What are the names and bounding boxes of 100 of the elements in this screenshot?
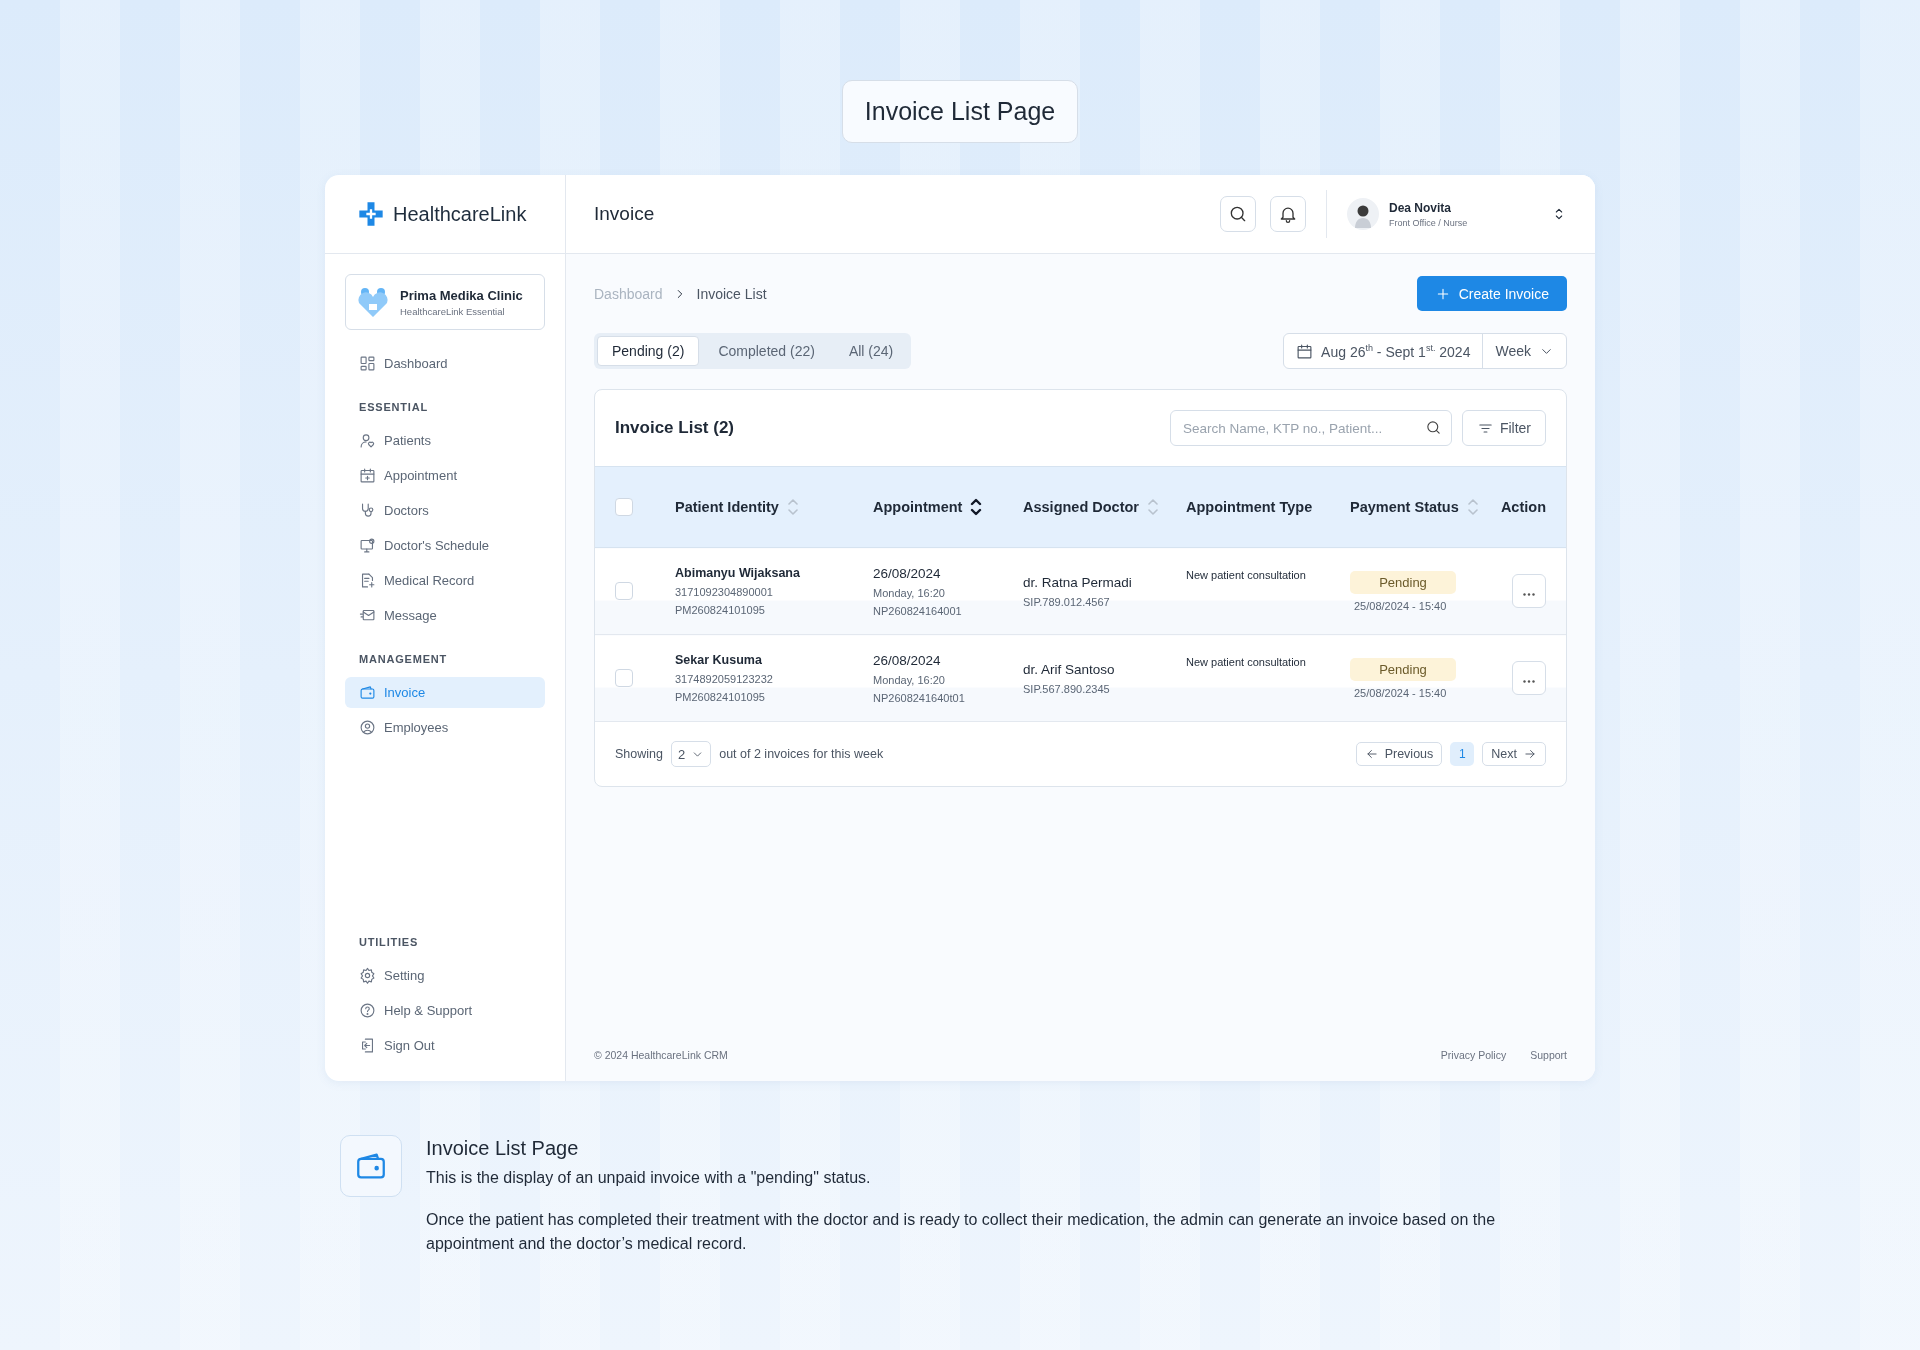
appointment-id: NP260824164001: [873, 604, 963, 617]
patient-name: Abimanyu Wijaksana: [675, 566, 801, 580]
heart-house-icon: [356, 285, 390, 319]
tab[interactable]: Completed (22): [703, 336, 830, 366]
checkbox[interactable]: [615, 582, 633, 601]
header-title: Invoice: [594, 203, 656, 225]
tab[interactable]: Pending (2): [597, 336, 700, 366]
more-icon: [1523, 679, 1535, 683]
section-heading: UTILITIES: [358, 935, 420, 950]
description-title: Invoice List Page: [426, 1137, 580, 1160]
sidebar-item[interactable]: Invoice: [345, 677, 545, 708]
status-badge: Pending: [1350, 657, 1456, 681]
search-icon: [1228, 204, 1248, 224]
tab[interactable]: All (24): [833, 336, 909, 366]
clinic-name: Prima Medika Clinic: [400, 287, 523, 303]
sidebar-item[interactable]: Doctor's Schedule: [345, 530, 545, 561]
more-button[interactable]: [1512, 574, 1546, 608]
status-date: 25/08/2024 - 15:40: [1353, 599, 1448, 612]
appointment-id: NP2608241640t01: [873, 691, 966, 704]
page-title: Invoice List Page: [841, 80, 1079, 143]
avatar: [1347, 198, 1379, 230]
brand-name: HealthcareLink: [393, 202, 527, 226]
footer-link[interactable]: Privacy Policy: [1440, 1049, 1507, 1061]
copyright: © 2024 HealthcareLink CRM: [594, 1049, 728, 1061]
clinic-card[interactable]: Prima Medika Clinic HealthcareLink Essential: [345, 274, 545, 330]
next-button[interactable]: Next: [1482, 742, 1546, 766]
doctor-name: dr. Ratna Permadi: [1023, 574, 1133, 590]
patient-id: PM260824101095: [675, 691, 766, 703]
sort-icon[interactable]: [970, 498, 983, 516]
more-button[interactable]: [1512, 661, 1546, 695]
patient-nik: 3174892059123232: [675, 673, 774, 685]
notification-button[interactable]: [1270, 196, 1306, 232]
sidebar-item[interactable]: Message: [345, 600, 545, 631]
previous-button[interactable]: Previous: [1355, 742, 1443, 766]
filter-button[interactable]: Filter: [1461, 410, 1546, 446]
sidebar-item[interactable]: Medical Record: [345, 565, 545, 596]
column-header: Action: [1500, 499, 1546, 515]
sign-out-icon: [359, 1037, 376, 1054]
appointment-type: New patient consultation: [1186, 656, 1307, 668]
section-heading: ESSENTIAL: [358, 400, 429, 415]
appointment-time: Monday, 16:20: [873, 673, 946, 686]
column-header: Patient Identity: [675, 499, 779, 515]
sidebar-item[interactable]: Dashboard: [345, 348, 545, 379]
dashboard-icon: [359, 355, 376, 372]
search-field[interactable]: Search Name, KTP no., Patient...: [1169, 410, 1452, 446]
appointment-time: Monday, 16:20: [873, 586, 946, 599]
section-heading: MANAGEMENT: [358, 652, 449, 667]
column-header: Appointment: [873, 499, 963, 515]
column-header: Payment Status: [1350, 499, 1459, 515]
stethoscope-icon: [359, 502, 376, 519]
doctor-sip: SIP.789.012.4567: [1023, 595, 1111, 608]
doctor-name: dr. Arif Santoso: [1023, 661, 1116, 677]
appointment-date: 26/08/2024: [873, 652, 942, 668]
patient-id: PM260824101095: [675, 604, 766, 616]
sidebar-item[interactable]: Sign Out: [345, 1030, 545, 1061]
help-icon: [359, 1002, 376, 1019]
showing-label: Showing: [615, 747, 663, 761]
period-dropdown[interactable]: Week: [1483, 334, 1566, 368]
search-icon: [1424, 419, 1442, 436]
page-button[interactable]: 1: [1450, 742, 1475, 766]
appointment-type: New patient consultation: [1186, 569, 1307, 581]
checkbox[interactable]: [615, 498, 633, 517]
description-text: This is the display of an unpaid invoice with a "pending" status.: [426, 1168, 872, 1188]
more-icon: [1523, 592, 1535, 596]
sidebar-item[interactable]: Appointment: [345, 460, 545, 491]
appointment-date: 26/08/2024: [873, 565, 942, 581]
checkbox[interactable]: [615, 669, 633, 688]
results-summary: out of 2 invoices for this week: [719, 747, 884, 761]
column-header: Appointment Type: [1186, 499, 1313, 515]
sidebar-item[interactable]: Patients: [345, 425, 545, 456]
patient-name: Sekar Kusuma: [675, 653, 763, 667]
sidebar-item[interactable]: Employees: [345, 712, 545, 743]
clinic-plan: HealthcareLink Essential: [400, 305, 506, 317]
patient-nik: 3171092304890001: [675, 586, 774, 598]
sidebar-item[interactable]: Help & Support: [345, 995, 545, 1026]
person-icon: [359, 432, 376, 449]
column-header: Assigned Doctor: [1023, 499, 1139, 515]
footer-link[interactable]: Support: [1530, 1049, 1567, 1061]
document-icon: [359, 572, 376, 589]
create-invoice-button[interactable]: Create Invoice: [1416, 276, 1567, 311]
page-size-dropdown[interactable]: 2: [670, 741, 712, 767]
search-button[interactable]: [1220, 196, 1256, 232]
date-range-picker[interactable]: Aug 26$^{th}$ - Sept 1$^{st.}$ 2024: [1284, 334, 1484, 368]
arrow-left-icon: [1364, 747, 1379, 761]
logo-icon: [357, 200, 385, 228]
user-role: Front Office / Nurse: [1389, 217, 1469, 228]
wallet-icon: [359, 684, 376, 701]
user-name: Dea Novita: [1389, 200, 1453, 215]
sidebar-item[interactable]: Setting: [345, 960, 545, 991]
gear-icon: [359, 967, 376, 984]
calendar-icon: [1296, 342, 1314, 360]
calendar-icon: [359, 467, 376, 484]
sidebar-item[interactable]: Doctors: [345, 495, 545, 526]
doctor-sip: SIP.567.890.2345: [1023, 682, 1111, 695]
status-badge: Pending: [1350, 570, 1456, 594]
arrow-right-icon: [1523, 747, 1537, 761]
status-date: 25/08/2024 - 15:40: [1353, 686, 1448, 699]
date-range: Aug 26$^{th}$ - Sept 1$^{st.}$ 2024: [1321, 342, 1471, 360]
description-text: Once the patient has completed their treatment with the doctor and is ready to collect their medication, the admin can generate an invoice based on the appointment and the doctor’s medical record.: [426, 1210, 1497, 1254]
breadcrumb-link[interactable]: Invoice List: [696, 285, 767, 302]
